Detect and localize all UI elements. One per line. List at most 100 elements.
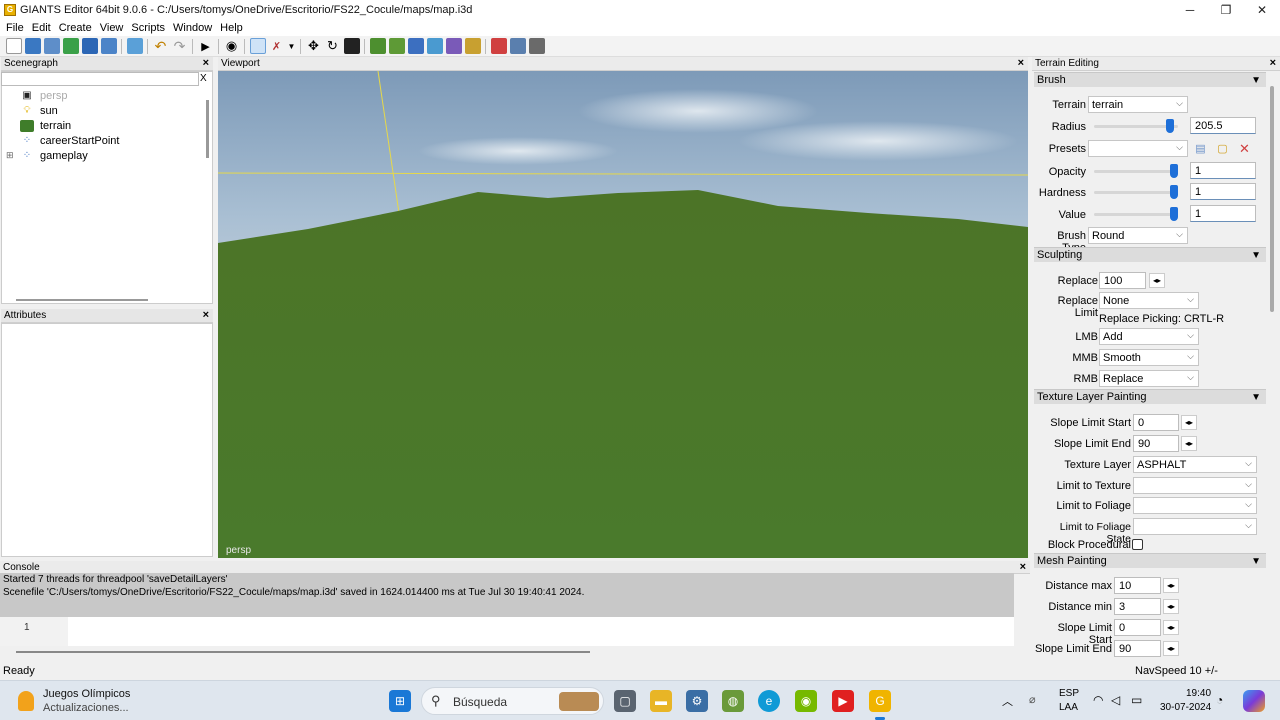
texture-layer-select[interactable]: ASPHALT ⌵	[1133, 456, 1257, 473]
terrain-select[interactable]: terrain ⌵	[1088, 96, 1188, 113]
spin-arrows-icon[interactable]: ◂▸	[1163, 578, 1179, 593]
mesh-painting-section-header[interactable]: Mesh Painting ▼	[1034, 553, 1266, 568]
collapse-icon[interactable]: ▼	[1251, 556, 1261, 567]
youtube-icon[interactable]: ▶	[832, 690, 854, 712]
collapse-icon[interactable]: ▼	[1251, 250, 1261, 261]
distance-max-input[interactable]: 10	[1114, 577, 1161, 594]
clock-date[interactable]: 30-07-2024	[1160, 702, 1211, 713]
tree-item-terrain[interactable]: terrain	[20, 118, 71, 133]
new-file-icon[interactable]	[5, 38, 22, 54]
visibility-eye-icon[interactable]: ◉	[224, 38, 240, 54]
console-hscrollbar[interactable]	[16, 651, 590, 653]
save-icon[interactable]	[81, 38, 98, 54]
opacity-input[interactable]: 1	[1190, 162, 1256, 179]
hardness-slider-track[interactable]	[1094, 191, 1178, 194]
network-off-icon[interactable]: ⌀	[1029, 693, 1036, 706]
battery-icon[interactable]: ▭	[1131, 693, 1142, 707]
brush-section-header[interactable]: Brush ▼	[1034, 72, 1266, 87]
scenegraph-scrollbar[interactable]	[206, 100, 209, 158]
maximize-button[interactable]: ❐	[1208, 0, 1244, 19]
terrain-select-icon[interactable]	[249, 38, 266, 54]
mesh-slope-limit-end-input[interactable]: 90	[1114, 640, 1161, 657]
language-bottom[interactable]: LAA	[1059, 702, 1078, 713]
import-icon[interactable]	[126, 38, 143, 54]
notification-bell-icon[interactable]: ◔	[1216, 693, 1223, 707]
file-explorer-icon[interactable]: ▬	[650, 690, 672, 712]
gear-icon[interactable]	[509, 38, 526, 54]
menu-edit[interactable]: Edit	[28, 22, 55, 34]
terrain-smooth-icon[interactable]	[388, 38, 405, 54]
news-widget-icon[interactable]	[18, 691, 34, 711]
close-icon[interactable]: ×	[1020, 561, 1026, 573]
spin-arrows-icon[interactable]: ◂▸	[1163, 620, 1179, 635]
scenegraph-hscrollbar[interactable]	[16, 299, 148, 301]
limit-to-foliage-select[interactable]: ⌵	[1133, 497, 1257, 514]
close-icon[interactable]: ×	[1270, 57, 1276, 69]
expand-icon[interactable]: ⊞	[6, 150, 20, 161]
menu-help[interactable]: Help	[216, 22, 247, 34]
spin-arrows-icon[interactable]: ◂▸	[1163, 599, 1179, 614]
texture-painting-section-header[interactable]: Texture Layer Painting ▼	[1034, 389, 1266, 404]
settings-icon[interactable]	[528, 38, 545, 54]
foliage-paint-icon[interactable]	[426, 38, 443, 54]
scale-icon[interactable]	[343, 38, 360, 54]
opacity-slider-track[interactable]	[1094, 170, 1178, 173]
spin-arrows-icon[interactable]: ◂▸	[1163, 641, 1179, 656]
brush-type-select[interactable]: Round ⌵	[1088, 227, 1188, 244]
value-slider-track[interactable]	[1094, 213, 1178, 216]
sculpting-section-header[interactable]: Sculpting ▼	[1034, 247, 1266, 262]
replace-limit-select[interactable]: None ⌵	[1099, 292, 1199, 309]
export-icon[interactable]	[100, 38, 117, 54]
chevron-up-icon[interactable]: ︿	[1002, 693, 1013, 709]
giants-editor-taskbar-icon[interactable]: G	[869, 690, 891, 712]
rotate-icon[interactable]: ↻	[325, 38, 341, 54]
radius-slider-thumb[interactable]	[1166, 119, 1175, 133]
mmb-select[interactable]: Smooth ⌵	[1099, 349, 1199, 366]
distance-min-input[interactable]: 3	[1114, 598, 1161, 615]
terrain-sculpt-icon[interactable]	[369, 38, 386, 54]
language-top[interactable]: ESP	[1059, 688, 1079, 699]
tree-item-sun[interactable]: 💡︎ sun	[20, 103, 58, 118]
copilot-icon[interactable]	[1243, 690, 1265, 712]
close-icon[interactable]: ×	[203, 309, 209, 321]
slope-limit-end-input[interactable]: 90	[1133, 435, 1179, 452]
menu-view[interactable]: View	[96, 22, 128, 34]
close-window-button[interactable]: ✕	[1244, 0, 1280, 19]
mesh-slope-limit-start-input[interactable]: 0	[1114, 619, 1161, 636]
edge-browser-icon[interactable]: e	[758, 690, 780, 712]
rmb-select[interactable]: Replace ⌵	[1099, 370, 1199, 387]
open-folder-icon[interactable]	[24, 38, 41, 54]
settings-gear-icon[interactable]: ⚙	[686, 690, 708, 712]
tree-item-gameplay[interactable]: ⊞ ⁘ gameplay	[6, 148, 88, 163]
play-icon[interactable]: ▶	[198, 38, 214, 54]
texture-paint-icon[interactable]	[407, 38, 424, 54]
radius-input[interactable]: 205.5	[1190, 117, 1256, 134]
news-widget-title[interactable]: Juegos Olímpicos	[43, 688, 130, 700]
app-icon[interactable]: ◍	[722, 690, 744, 712]
terrain-paint-icon[interactable]: ✗	[269, 38, 285, 54]
move-icon[interactable]: ✥	[306, 38, 322, 54]
redo-icon[interactable]: ↷	[172, 38, 188, 54]
tree-item-persp[interactable]: ▣ persp	[20, 88, 67, 103]
tree-item-careerStartPoint[interactable]: ⁘ careerStartPoint	[20, 133, 120, 148]
viewport-3d-view[interactable]: persp	[218, 71, 1028, 558]
nvidia-icon[interactable]: ◉	[795, 690, 817, 712]
wifi-icon[interactable]: ◠	[1093, 693, 1103, 707]
menu-file[interactable]: File	[2, 22, 28, 34]
script-input[interactable]	[0, 617, 1014, 646]
dropdown-arrow-icon[interactable]: ▼	[288, 38, 296, 54]
limit-to-texture-select[interactable]: ⌵	[1133, 477, 1257, 494]
volume-icon[interactable]: ◁	[1111, 693, 1120, 707]
menu-create[interactable]: Create	[55, 22, 96, 34]
windows-start-icon[interactable]: ⊞	[389, 690, 411, 712]
menu-window[interactable]: Window	[169, 22, 216, 34]
tree-paint-icon[interactable]	[464, 38, 481, 54]
edit-file-icon[interactable]	[43, 38, 60, 54]
menu-scripts[interactable]: Scripts	[127, 22, 169, 34]
lmb-select[interactable]: Add ⌵	[1099, 328, 1199, 345]
close-icon[interactable]: ×	[203, 57, 209, 69]
terrain-panel-scrollbar[interactable]	[1270, 86, 1274, 312]
limit-to-foliage-state-select[interactable]: ⌵	[1133, 518, 1257, 535]
value-input[interactable]: 1	[1190, 205, 1256, 222]
minimize-button[interactable]: ─	[1172, 0, 1208, 19]
